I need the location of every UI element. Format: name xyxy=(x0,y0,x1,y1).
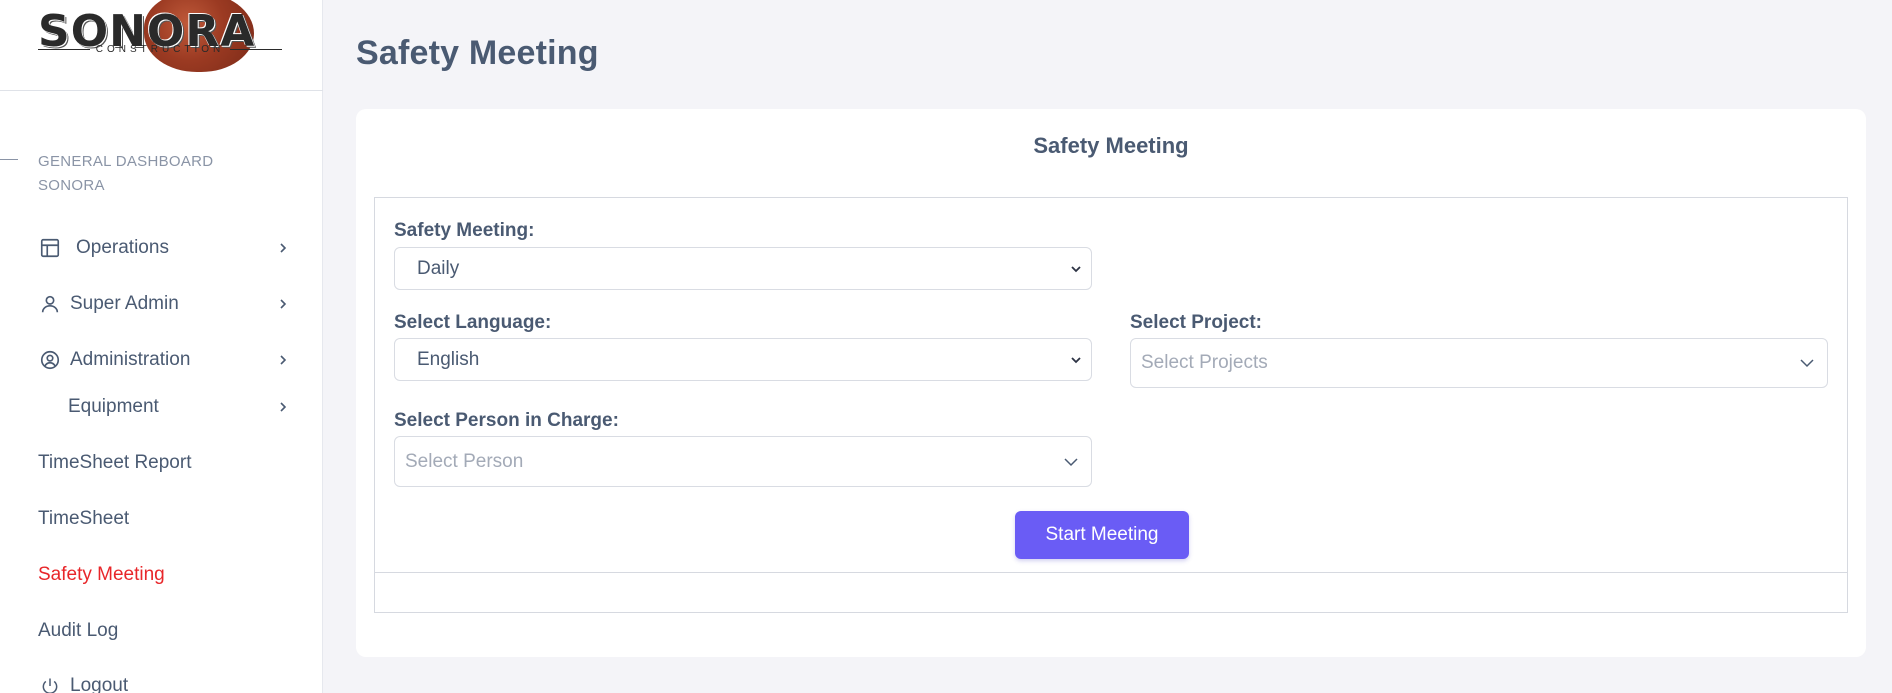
section-divider xyxy=(0,159,18,160)
meeting-type-label: Safety Meeting: xyxy=(394,220,535,241)
chevron-down-icon xyxy=(1787,357,1827,369)
sidebar-item-label: Super Admin xyxy=(70,293,179,314)
meeting-results-area xyxy=(374,572,1848,613)
brand-header: SONORA CONSTRUCTION xyxy=(0,0,323,91)
chevron-down-icon xyxy=(1061,354,1091,366)
power-icon xyxy=(38,674,62,693)
person-select[interactable]: Select Person xyxy=(394,436,1092,487)
sidebar-item-label: Safety Meeting xyxy=(38,564,165,585)
logo-subtitle-text: CONSTRUCTION xyxy=(95,44,225,55)
sidebar-item-administration[interactable]: Administration xyxy=(38,340,290,380)
person-label: Select Person in Charge: xyxy=(394,410,619,431)
sidebar-item-label: Administration xyxy=(70,349,191,370)
page-title: Safety Meeting xyxy=(356,34,599,72)
layout-icon xyxy=(38,236,62,260)
sidebar-item-super-admin[interactable]: Super Admin xyxy=(38,284,290,324)
chevron-down-icon xyxy=(1051,456,1091,468)
sidebar-item-logout[interactable]: Logout xyxy=(38,666,290,693)
start-meeting-button[interactable]: Start Meeting xyxy=(1015,511,1189,559)
chevron-down-icon xyxy=(1061,263,1091,275)
sidebar-item-equipment[interactable]: Equipment xyxy=(68,387,290,427)
sidebar-item-operations[interactable]: Operations xyxy=(38,228,290,268)
meeting-type-select[interactable]: Daily xyxy=(394,247,1092,290)
safety-meeting-card: Safety Meeting Safety Meeting: Daily Sel… xyxy=(356,109,1866,657)
sidebar-item-label: Equipment xyxy=(68,396,159,417)
sidebar-item-timesheet-report[interactable]: TimeSheet Report xyxy=(38,443,290,483)
sidebar-item-audit-log[interactable]: Audit Log xyxy=(38,611,290,651)
language-label: Select Language: xyxy=(394,312,552,333)
project-placeholder: Select Projects xyxy=(1141,352,1268,373)
meeting-type-value: Daily xyxy=(417,257,460,279)
sidebar-item-label: Logout xyxy=(70,675,129,693)
sidebar-section-title: GENERAL DASHBOARD SONORA xyxy=(38,153,214,194)
language-value: English xyxy=(417,348,480,370)
project-label: Select Project: xyxy=(1130,312,1262,333)
user-icon xyxy=(38,292,62,316)
chevron-right-icon xyxy=(276,297,290,311)
project-select[interactable]: Select Projects xyxy=(1130,338,1828,388)
sidebar-item-label: TimeSheet xyxy=(38,508,130,529)
sidebar-item-label: Operations xyxy=(76,237,169,258)
user-circle-icon xyxy=(38,348,62,372)
card-title: Safety Meeting xyxy=(1033,133,1189,158)
chevron-right-icon xyxy=(276,241,290,255)
chevron-right-icon xyxy=(276,353,290,367)
company-logo[interactable]: SONORA CONSTRUCTION xyxy=(38,0,288,74)
sidebar: SONORA CONSTRUCTION GENERAL DASHBOARD SO… xyxy=(0,0,323,693)
sidebar-item-timesheet[interactable]: TimeSheet xyxy=(38,499,290,539)
sidebar-item-safety-meeting[interactable]: Safety Meeting xyxy=(38,555,290,595)
person-placeholder: Select Person xyxy=(405,450,524,472)
logo-subtitle: CONSTRUCTION xyxy=(38,44,282,55)
sidebar-item-label: Audit Log xyxy=(38,620,119,641)
chevron-right-icon xyxy=(276,400,290,414)
sidebar-item-label: TimeSheet Report xyxy=(38,452,192,473)
language-select[interactable]: English xyxy=(394,338,1092,381)
meeting-form: Safety Meeting: Daily Select Language: E… xyxy=(374,197,1848,573)
